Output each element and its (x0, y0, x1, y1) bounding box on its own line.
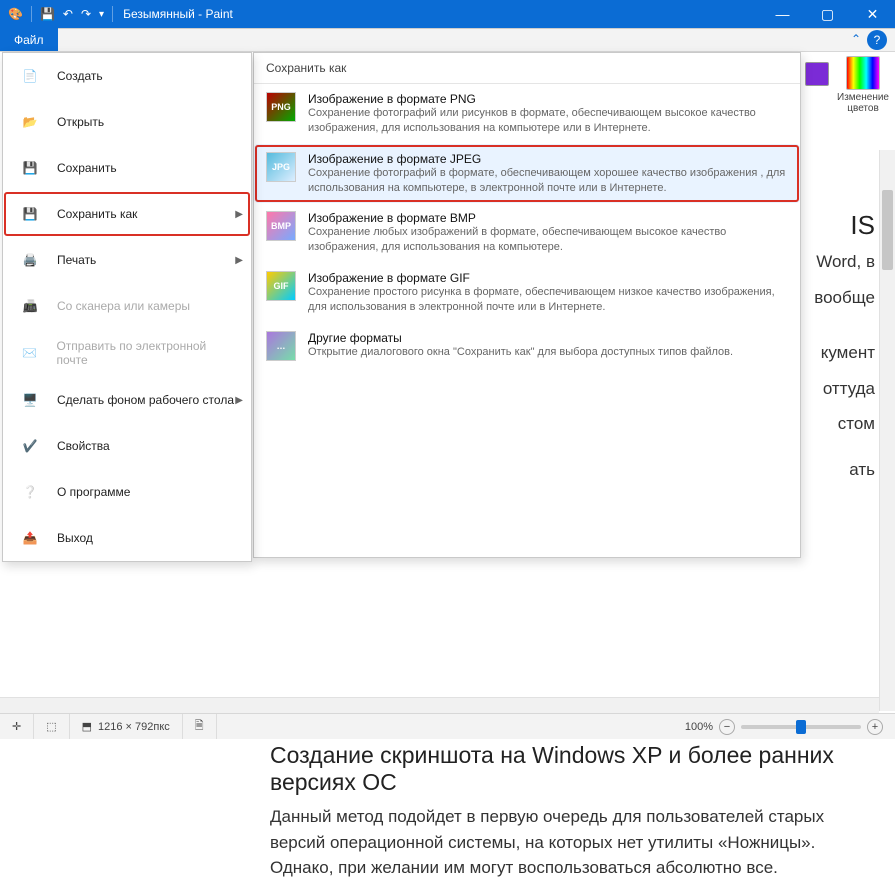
window-maximize-button[interactable]: ▢ (805, 0, 850, 28)
qat-save-icon[interactable]: 💾 (40, 7, 55, 21)
selection-icon: ⬚ (46, 720, 56, 733)
file-menu-label: Сделать фоном рабочего стола (57, 393, 234, 407)
window-close-button[interactable]: ✕ (850, 0, 895, 28)
new-icon: 📄 (17, 63, 43, 89)
png-thumb-icon: PNG (266, 92, 296, 122)
horizontal-scrollbar[interactable] (0, 697, 879, 713)
zoom-out-button[interactable]: − (719, 719, 735, 735)
saveas-option-title: Изображение в формате GIF (308, 271, 788, 285)
saveas-option-title: Изображение в формате JPEG (308, 152, 788, 166)
file-menu-label: Сохранить как (57, 207, 137, 221)
saveas-icon: 💾 (17, 201, 43, 227)
cursor-icon: ✛ (12, 720, 21, 733)
saveas-option-desc: Сохранение фотографий или рисунков в фор… (308, 106, 788, 136)
status-dimensions: ⬒ 1216 × 792пкс (70, 714, 183, 739)
file-menu-item-props[interactable]: ✔️ Свойства (3, 423, 251, 469)
scrollbar-thumb[interactable] (882, 190, 893, 270)
edit-colors-button[interactable]: Изменение цветов (837, 56, 889, 114)
file-menu: 📄 Создать 📂 Открыть 💾 Сохранить 💾 Сохранить как… (2, 52, 252, 562)
edit-colors-label: Изменение цветов (837, 92, 889, 114)
status-dimensions-text: 1216 × 792пкс (98, 721, 170, 733)
zoom-level: 100% (685, 721, 713, 733)
zoom-slider[interactable] (741, 725, 861, 729)
save-icon: 💾 (17, 155, 43, 181)
window-titlebar: 🎨 💾 ↶ ↷ ▾ Безымянный - Paint — ▢ ✕ (0, 0, 895, 28)
file-menu-item-new[interactable]: 📄 Создать (3, 53, 251, 99)
saveas-option-title: Изображение в формате PNG (308, 92, 788, 106)
wallpaper-icon: 🖥️ (17, 387, 43, 413)
color-swatch[interactable] (805, 62, 829, 86)
open-icon: 📂 (17, 109, 43, 135)
qat-redo-icon[interactable]: ↷ (81, 7, 91, 21)
props-icon: ✔️ (17, 433, 43, 459)
file-menu-label: Создать (57, 69, 103, 83)
dimensions-icon: ⬒ (82, 720, 92, 733)
bmp-thumb-icon: BMP (266, 211, 296, 241)
saveas-option-desc: Сохранение фотографий в формате, обеспеч… (308, 166, 788, 196)
doc-subheading: Создание скриншота на Windows XP и более… (270, 742, 875, 796)
file-menu-label: Печать (57, 253, 96, 267)
vertical-scrollbar[interactable] (879, 150, 895, 711)
saveas-option-desc: Сохранение простого рисунка в формате, о… (308, 285, 788, 315)
zoom-in-button[interactable]: + (867, 719, 883, 735)
ribbon-tabs: Файл ⌃ ? (0, 28, 895, 52)
exit-icon: 📤 (17, 525, 43, 551)
saveas-option-jpeg[interactable]: JPG Изображение в формате JPEGСохранение … (254, 144, 800, 204)
file-menu-item-wallpaper[interactable]: 🖥️ Сделать фоном рабочего стола▶ (3, 377, 251, 423)
save-as-submenu: Сохранить как PNG Изображение в формате P… (253, 52, 801, 558)
file-menu-label: Открыть (57, 115, 104, 129)
submenu-header: Сохранить как (254, 53, 800, 84)
file-menu-label: Выход (57, 531, 93, 545)
qat-undo-icon[interactable]: ↶ (63, 7, 73, 21)
qat-customize-icon[interactable]: ▾ (99, 9, 104, 20)
about-icon: ❔ (17, 479, 43, 505)
saveas-option-gif[interactable]: GIF Изображение в формате GIFСохранение п… (254, 263, 800, 323)
saveas-option-title: Изображение в формате BMP (308, 211, 788, 225)
jpeg-thumb-icon: JPG (266, 152, 296, 182)
scanner-icon: 📠 (17, 293, 43, 319)
app-icon: 🎨 (8, 7, 23, 21)
help-button[interactable]: ? (867, 30, 887, 50)
edit-colors-icon (846, 56, 880, 90)
ribbon-colors-group: Изменение цветов (805, 56, 889, 114)
saveas-option-bmp[interactable]: BMP Изображение в формате BMPСохранение л… (254, 203, 800, 263)
file-menu-label: О программе (57, 485, 130, 499)
file-menu-item-save[interactable]: 💾 Сохранить (3, 145, 251, 191)
status-selection: ⬚ (34, 714, 69, 739)
zoom-group: 100% − + (673, 714, 895, 739)
print-icon: 🖨️ (17, 247, 43, 273)
file-menu-item-print[interactable]: 🖨️ Печать ▶ (3, 237, 251, 283)
other-thumb-icon: … (266, 331, 296, 361)
window-minimize-button[interactable]: — (760, 0, 805, 28)
file-menu-label: Отправить по электронной почте (56, 339, 237, 367)
window-title: Безымянный - Paint (123, 7, 233, 21)
saveas-option-other[interactable]: … Другие форматыОткрытие диалогового окна… (254, 323, 800, 369)
status-bar: ✛ ⬚ ⬒ 1216 × 792пкс 🗎 100% − + (0, 713, 895, 739)
submenu-arrow-icon: ▶ (235, 395, 243, 406)
file-menu-item-email: ✉️ Отправить по электронной почте (3, 329, 251, 377)
status-filesize: 🗎 (183, 714, 217, 739)
submenu-arrow-icon: ▶ (235, 255, 243, 266)
submenu-arrow-icon: ▶ (235, 209, 243, 220)
file-tab[interactable]: Файл (0, 28, 58, 51)
file-icon: 🗎 (195, 717, 204, 736)
saveas-option-png[interactable]: PNG Изображение в формате PNGСохранение ф… (254, 84, 800, 144)
zoom-slider-thumb[interactable] (796, 720, 806, 734)
file-menu-item-about[interactable]: ❔ О программе (3, 469, 251, 515)
email-icon: ✉️ (17, 340, 42, 366)
file-menu-item-open[interactable]: 📂 Открыть (3, 99, 251, 145)
doc-paragraph: Данный метод подойдет в первую очередь д… (270, 804, 875, 881)
status-cursor-pos: ✛ (0, 714, 34, 739)
saveas-option-desc: Сохранение любых изображений в формате, … (308, 225, 788, 255)
file-menu-item-scanner: 📠 Со сканера или камеры (3, 283, 251, 329)
saveas-option-title: Другие форматы (308, 331, 733, 345)
gif-thumb-icon: GIF (266, 271, 296, 301)
file-menu-label: Со сканера или камеры (57, 299, 190, 313)
file-menu-label: Сохранить (57, 161, 117, 175)
ribbon-expand-icon[interactable]: ⌃ (851, 32, 861, 46)
file-menu-label: Свойства (57, 439, 110, 453)
file-menu-item-exit[interactable]: 📤 Выход (3, 515, 251, 561)
file-menu-item-saveas[interactable]: 💾 Сохранить как ▶ (3, 191, 251, 237)
saveas-option-desc: Открытие диалогового окна "Сохранить как… (308, 345, 733, 360)
